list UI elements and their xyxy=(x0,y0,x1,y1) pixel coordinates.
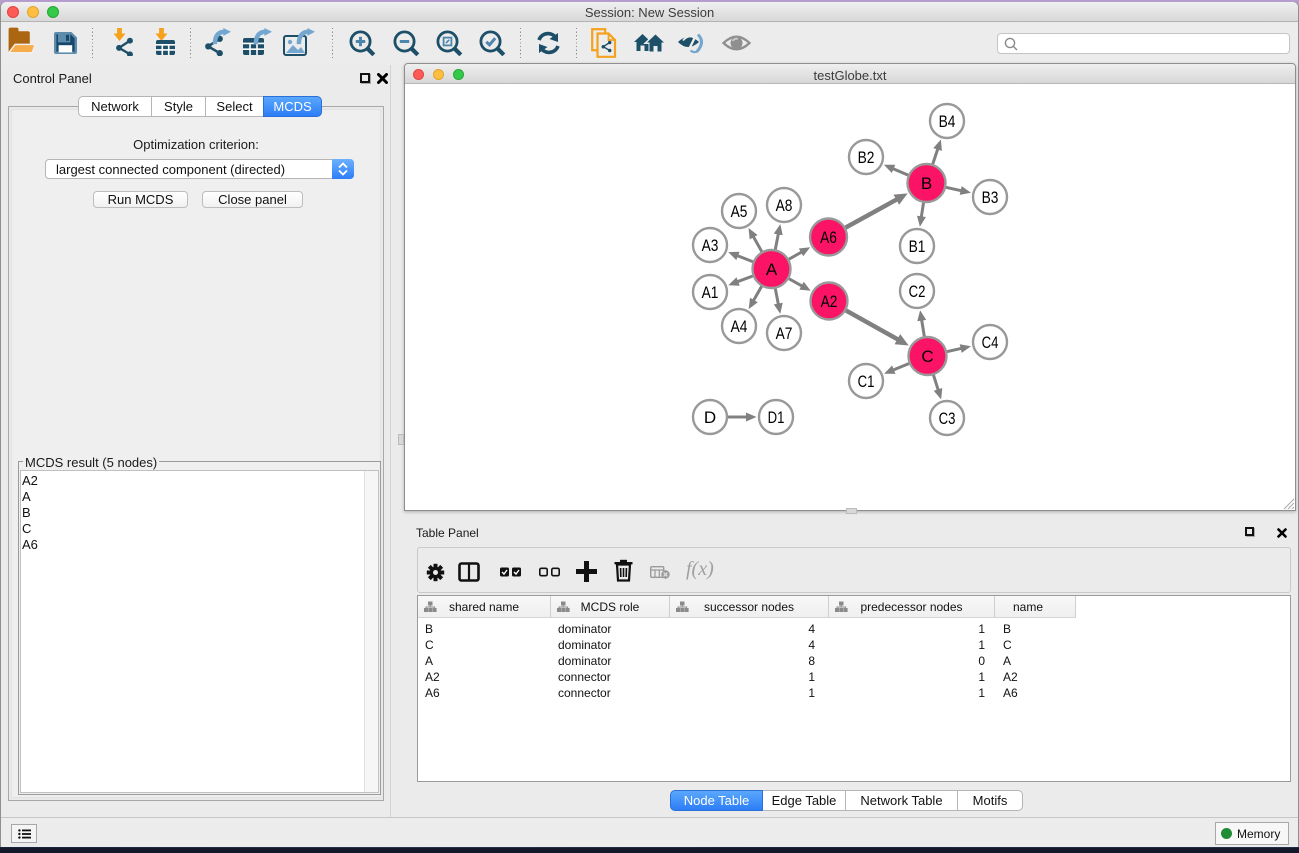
svg-text:D1: D1 xyxy=(768,408,785,427)
svg-text:A2: A2 xyxy=(821,292,838,311)
svg-text:C3: C3 xyxy=(939,409,956,428)
svg-text:C1: C1 xyxy=(858,372,875,391)
svg-text:C2: C2 xyxy=(909,282,926,301)
svg-text:A7: A7 xyxy=(776,324,793,343)
svg-text:B4: B4 xyxy=(939,112,956,131)
svg-text:D: D xyxy=(704,408,716,427)
svg-text:A1: A1 xyxy=(702,283,719,302)
svg-text:B2: B2 xyxy=(858,148,875,167)
svg-text:B3: B3 xyxy=(982,188,999,207)
svg-text:A5: A5 xyxy=(731,202,748,221)
svg-text:C4: C4 xyxy=(982,333,999,352)
svg-text:A4: A4 xyxy=(731,317,748,336)
svg-text:A3: A3 xyxy=(702,236,719,255)
svg-text:B: B xyxy=(921,174,932,193)
svg-text:A: A xyxy=(766,260,778,279)
svg-text:A8: A8 xyxy=(776,196,793,215)
svg-text:A6: A6 xyxy=(820,228,837,247)
svg-text:C: C xyxy=(921,347,933,366)
svg-text:B1: B1 xyxy=(909,237,926,256)
